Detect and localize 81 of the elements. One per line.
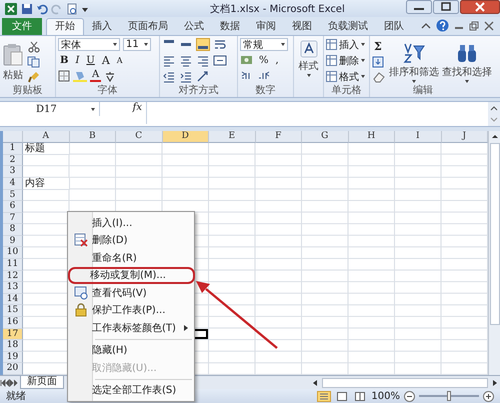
editing-button[interactable]: 查找和选择 — [442, 40, 492, 84]
column-header[interactable]: I — [395, 131, 442, 144]
row-header[interactable]: 3 — [3, 166, 23, 178]
column-header[interactable]: E — [209, 131, 256, 144]
menu-item[interactable]: 移动或复制(M)... — [68, 266, 195, 284]
row-header[interactable]: 5 — [3, 190, 23, 202]
menu-item[interactable]: 插入(I)... — [70, 214, 192, 232]
group-label: 对齐方式 — [178, 85, 220, 98]
group-label: 剪贴板 — [12, 85, 44, 98]
row-header[interactable]: 8 — [3, 224, 23, 236]
menu-item[interactable]: 重命名(R) — [70, 249, 192, 266]
font-size-button[interactable]: A — [114, 56, 125, 66]
sheet-tab[interactable]: 新页面 — [20, 376, 64, 389]
ribbon-tab[interactable]: 审阅 — [248, 19, 284, 36]
number-format-dropdown[interactable]: 常规 — [240, 38, 288, 52]
cells-menu-button[interactable]: 插入 — [326, 38, 365, 52]
table-cell: 标题 — [23, 143, 70, 155]
ribbon-tab[interactable]: 团队 — [376, 19, 412, 36]
ribbon-tab[interactable]: 页面布局 — [120, 19, 176, 36]
row-header[interactable]: 16 — [3, 317, 23, 329]
row-header[interactable]: 10 — [3, 247, 23, 260]
menu-item[interactable]: 保护工作表(P)... — [70, 302, 192, 319]
ribbon-tab[interactable]: 文件 — [2, 18, 42, 36]
menu-item[interactable]: 删除(D) — [70, 232, 192, 249]
row-header[interactable]: 19 — [3, 352, 23, 364]
row-header[interactable]: 15 — [3, 305, 23, 318]
font-style-button[interactable]: B — [58, 55, 70, 66]
font-color-button[interactable]: A — [90, 70, 102, 82]
status-text: 就绪 — [6, 390, 26, 403]
table-cell: 内容 — [23, 178, 70, 190]
cells-menu-button[interactable]: 格式 — [326, 70, 365, 84]
column-header[interactable]: F — [256, 131, 302, 144]
styles-button[interactable]: 样式 — [298, 38, 318, 78]
row-header[interactable]: 20 — [3, 363, 23, 375]
group-label: 数字 — [254, 85, 276, 98]
cells-menu-button[interactable]: 删除 — [326, 54, 365, 68]
ribbon-tab[interactable]: 数据 — [212, 19, 248, 36]
menu-item[interactable]: 查看代码(V) — [70, 284, 192, 302]
column-header[interactable]: A — [23, 131, 70, 144]
row-header[interactable]: 4 — [3, 178, 23, 190]
paste-button[interactable]: 粘贴 — [2, 41, 24, 82]
row-header[interactable]: 13 — [3, 282, 23, 294]
font-style-button[interactable]: I — [73, 55, 82, 66]
font-size-button[interactable]: A — [100, 54, 112, 68]
window-title: 文档1.xlsx - Microsoft Excel — [209, 2, 346, 16]
group-label: 字体 — [96, 85, 118, 98]
row-header[interactable]: 14 — [3, 294, 23, 306]
ribbon-tab[interactable]: 负载测试 — [320, 19, 376, 36]
column-header[interactable]: G — [302, 131, 348, 144]
autosum-button[interactable]: Σ — [372, 40, 384, 54]
ribbon-tab[interactable]: 公式 — [176, 19, 212, 36]
row-header[interactable]: 17 — [3, 328, 23, 340]
column-header[interactable]: B — [70, 131, 116, 144]
row-header[interactable]: 18 — [3, 340, 23, 352]
menu-item[interactable]: 隐藏(H) — [70, 342, 192, 359]
row-header[interactable]: 7 — [3, 212, 23, 224]
number-format-button[interactable]: , — [274, 54, 281, 66]
group-label: 编辑 — [412, 85, 434, 98]
menu-item[interactable]: 工作表标签颜色(T) — [70, 319, 192, 336]
editing-button[interactable]: 排序和筛选 — [389, 40, 439, 84]
menu-item[interactable]: 选定全部工作表(S) — [70, 382, 192, 399]
zoom-level[interactable]: 100% — [371, 390, 400, 402]
font-style-button[interactable]: U — [84, 55, 97, 66]
row-header[interactable]: 6 — [3, 201, 23, 213]
group-label: 单元格 — [330, 85, 362, 98]
number-format-button[interactable]: % — [257, 54, 271, 66]
row-header[interactable]: 1 — [3, 143, 23, 155]
font-name-dropdown[interactable]: 宋体 — [58, 38, 120, 52]
column-header[interactable]: J — [442, 131, 488, 144]
row-header[interactable]: 2 — [3, 154, 23, 166]
column-header[interactable]: D — [162, 131, 209, 144]
row-header[interactable]: 12 — [3, 270, 23, 282]
row-header[interactable]: 11 — [3, 259, 23, 271]
font-size-dropdown[interactable]: 11 — [123, 38, 151, 52]
row-header[interactable]: 9 — [3, 236, 23, 248]
ribbon-tab[interactable]: 开始 — [46, 18, 84, 36]
ribbon-tab[interactable]: 视图 — [284, 19, 320, 36]
column-header[interactable]: C — [116, 131, 162, 144]
ribbon-tab[interactable]: 插入 — [84, 19, 120, 36]
insert-function-button[interactable]: fx — [100, 102, 146, 114]
column-header[interactable]: H — [348, 131, 395, 144]
